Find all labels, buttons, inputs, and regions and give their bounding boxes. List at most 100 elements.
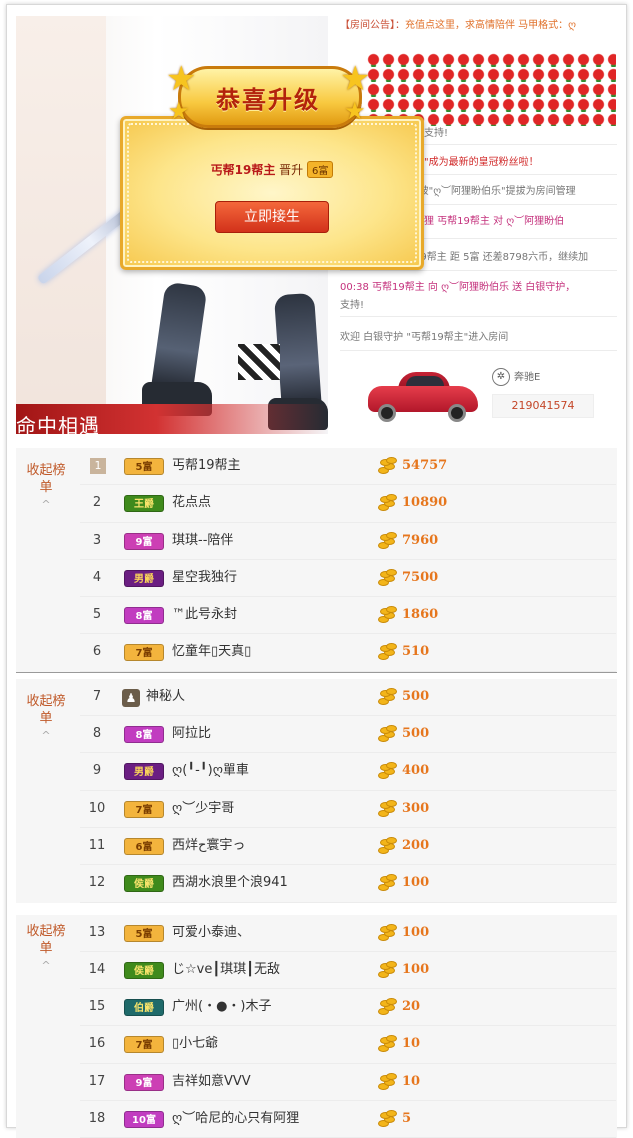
rank-number: 15	[88, 999, 106, 1015]
rank-number: 9	[92, 763, 102, 779]
level-badge: 9富	[124, 1073, 164, 1091]
ranking-row[interactable]: 3 9富 琪琪--陪伴 7960	[80, 522, 616, 560]
user-name[interactable]: 丐帮19帮主	[172, 448, 241, 484]
ranking-row[interactable]: 14 侯爵 じ☆ve┃琪琪┃无敌 100	[80, 951, 616, 990]
rank-number: 13	[88, 924, 106, 940]
user-name[interactable]: 广州(・●・)木子	[172, 989, 272, 1025]
level-badge: 5富	[124, 458, 164, 475]
user-name[interactable]: ▯小七爺	[172, 1026, 218, 1062]
ranking-row[interactable]: 18 10富 ღ︶哈尼的心只有阿狸 5	[80, 1101, 616, 1138]
collapse-ranking-toggle[interactable]: 收起榜单 ^	[24, 462, 68, 513]
car-brand-text: 奔驰E	[514, 372, 541, 383]
ranking-list: 收起榜单 ^ 1 5富 丐帮19帮主 54757 2 王爵 花点点 10890 3 9富 琪琪--陪…	[16, 442, 617, 1138]
coin-stack-icon	[378, 643, 397, 661]
user-name[interactable]: 阿拉比	[172, 716, 211, 752]
rank-number: 1	[90, 458, 106, 474]
chat-line: "被"ღ︶阿狸盼伯乐"提拔为房间管理	[414, 186, 576, 197]
ranking-row[interactable]: 16 7富 ▯小七爺 10	[80, 1026, 616, 1064]
ranking-row[interactable]: 5 8富 ™此号永封 1860	[80, 597, 616, 635]
level-badge: 伯爵	[124, 999, 164, 1017]
coin-stack-icon	[378, 568, 397, 587]
ranking-row[interactable]: 4 男爵 星空我独行 7500	[80, 559, 616, 598]
chat-line: 情支持!	[414, 128, 449, 139]
contribution-amount: 500	[402, 726, 430, 742]
collapse-label: 收起榜单	[26, 693, 66, 726]
user-name[interactable]: 神秘人	[146, 679, 185, 715]
rank-number: 2	[92, 495, 102, 511]
contribution-amount: 20	[402, 999, 421, 1015]
chat-line[interactable]: 迷狸 丐帮19帮主 对 ღ︶阿狸盼伯	[414, 212, 617, 227]
ranking-row[interactable]: 6 7富 忆童年▯天真▯ 510	[80, 634, 616, 672]
chat-line: 19帮主 距 5富 还差8798六币，继续加	[414, 252, 589, 263]
level-badge: 男爵	[124, 763, 164, 781]
mystery-user-icon: ♟	[122, 688, 140, 707]
ranking-group: 收起榜单 ^ 13 5富 可爱小泰迪、 100 14 侯爵 じ☆ve┃琪琪┃无敌 100 15 伯…	[16, 914, 617, 1138]
contribution-amount: 10	[402, 1036, 421, 1052]
car-brand: ✲ 奔驰E	[492, 368, 540, 386]
user-name[interactable]: 西湖水浪里个浪941	[172, 865, 288, 901]
contribution-amount: 10890	[402, 495, 448, 511]
contribution-amount: 5	[402, 1111, 412, 1127]
user-name[interactable]: 可爱小泰迪、	[172, 915, 250, 951]
upgrade-popup[interactable]: 丐帮19帮主 晋升 6富 立即接生	[120, 116, 424, 270]
contribution-amount: 400	[402, 763, 430, 779]
user-name[interactable]: 花点点	[172, 485, 211, 521]
chat-separator	[340, 270, 617, 271]
chevron-up-icon: ^	[41, 728, 51, 742]
notice-label: 【房间公告】：	[340, 20, 405, 31]
collapse-label: 收起榜单	[26, 923, 66, 956]
car-mount-image	[368, 364, 478, 424]
ranking-row[interactable]: 13 5富 可爱小泰迪、 100	[80, 914, 616, 952]
contribution-amount: 54757	[402, 458, 448, 473]
user-name[interactable]: じ☆ve┃琪琪┃无敌	[172, 952, 280, 988]
rank-number: 17	[88, 1073, 106, 1089]
coin-stack-icon	[378, 998, 397, 1016]
coin-stack-icon	[378, 494, 397, 512]
user-name[interactable]: ™此号永封	[172, 597, 237, 633]
chat-line[interactable]: 00:38 丐帮19帮主 向 ღ︶阿狸盼伯乐 送 白银守护，	[340, 278, 617, 293]
rose-gift-grid	[366, 52, 616, 126]
popup-title-plate: ★ ★ ★ ★ 恭喜升级	[166, 60, 370, 130]
rank-number: 14	[88, 961, 106, 977]
ranking-row[interactable]: 15 伯爵 广州(・●・)木子 20	[80, 989, 616, 1027]
coin-stack-icon	[378, 836, 397, 855]
ranking-row[interactable]: 11 6富 西烊ح寰宇っ 200	[80, 827, 616, 866]
rank-number: 6	[92, 644, 102, 660]
notice-text[interactable]: 充值点这里，求高情陪伴 马甲格式：ღ	[405, 20, 576, 31]
coin-stack-icon	[378, 1072, 397, 1091]
ranking-group: 收起榜单 ^ 1 5富 丐帮19帮主 54757 2 王爵 花点点 10890 3 9富 琪琪--陪…	[16, 448, 617, 672]
coin-stack-icon	[378, 457, 397, 475]
ranking-row[interactable]: 9 男爵 ღ(╹-╹)ღ單車 400	[80, 753, 616, 791]
ranking-row[interactable]: 2 王爵 花点点 10890	[80, 485, 616, 523]
coin-stack-icon	[378, 606, 397, 624]
user-name[interactable]: 吉祥如意VVV	[172, 1064, 251, 1100]
user-name[interactable]: ღ(╹-╹)ღ單車	[172, 753, 249, 789]
coin-stack-icon	[378, 762, 397, 780]
coin-stack-icon	[378, 874, 397, 892]
contribution-amount: 7500	[402, 569, 439, 585]
rank-number: 5	[92, 607, 102, 623]
ranking-row[interactable]: 7 ♟ 神秘人 500	[80, 678, 616, 717]
contribution-amount: 300	[402, 800, 430, 816]
user-name[interactable]: 西烊ح寰宇っ	[172, 828, 245, 864]
user-name[interactable]: 星空我独行	[172, 560, 237, 596]
coin-stack-icon	[378, 687, 397, 706]
collapse-ranking-toggle[interactable]: 收起榜单 ^	[24, 923, 68, 974]
chat-line: 欢迎 白银守护 "丐帮19帮主"进入房间	[340, 332, 509, 343]
room-notice: 【房间公告】：充值点这里，求高情陪伴 马甲格式：ღ	[340, 16, 617, 31]
user-name[interactable]: 琪琪--陪伴	[172, 523, 233, 559]
popup-confirm-button[interactable]: 立即接生	[215, 201, 329, 233]
chevron-up-icon: ^	[41, 498, 51, 511]
user-name[interactable]: ღ︶哈尼的心只有阿狸	[172, 1101, 299, 1137]
ranking-row[interactable]: 8 8富 阿拉比 500	[80, 716, 616, 754]
ranking-row[interactable]: 10 7富 ღ︶少宇哥 300	[80, 790, 616, 828]
contribution-amount: 1860	[402, 607, 439, 623]
ranking-row[interactable]: 1 5富 丐帮19帮主 54757	[80, 448, 616, 486]
ranking-row[interactable]: 12 侯爵 西湖水浪里个浪941 100	[80, 865, 616, 903]
user-name[interactable]: ღ︶少宇哥	[172, 791, 234, 827]
user-name[interactable]: 忆童年▯天真▯	[172, 634, 251, 670]
rank-number: 7	[92, 688, 102, 704]
ranking-row[interactable]: 17 9富 吉祥如意VVV 10	[80, 1063, 616, 1102]
collapse-ranking-toggle[interactable]: 收起榜单 ^	[24, 693, 68, 744]
rank-number: 10	[88, 800, 106, 816]
